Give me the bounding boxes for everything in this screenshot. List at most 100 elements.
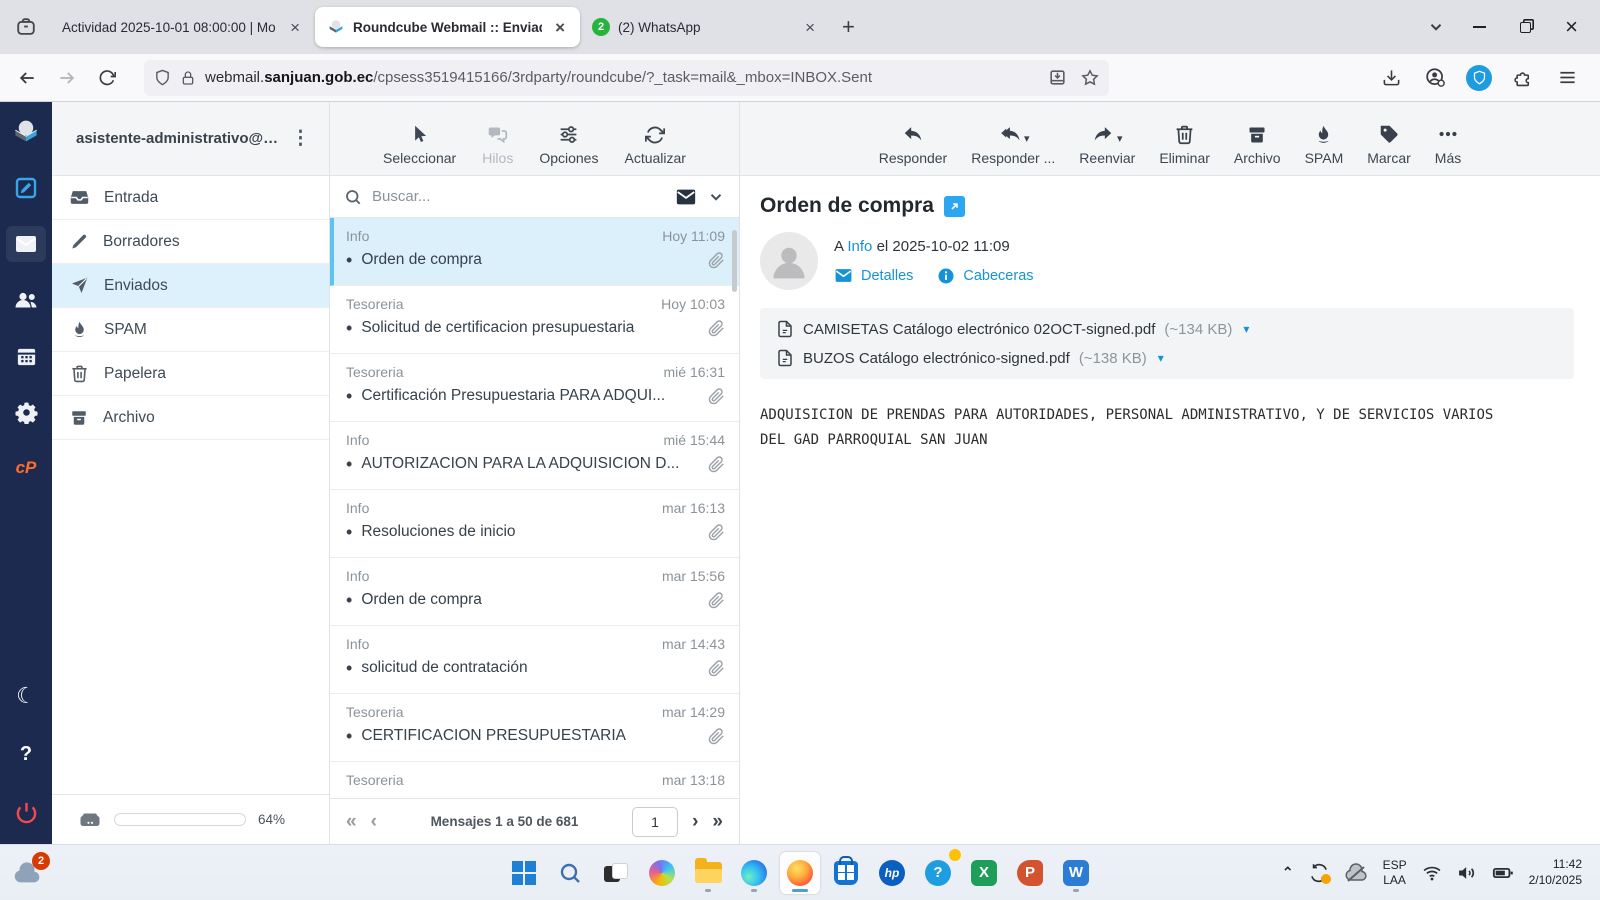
- last-page-button[interactable]: »: [712, 811, 723, 833]
- page-number-input[interactable]: [632, 806, 679, 837]
- more-button[interactable]: Más: [1435, 123, 1461, 166]
- caret-down-icon[interactable]: ▾: [1024, 132, 1030, 145]
- bookmark-star-icon[interactable]: [1081, 69, 1099, 87]
- archive-button[interactable]: Archivo: [1234, 125, 1281, 166]
- taskbar-search-button[interactable]: [550, 852, 590, 894]
- hp-app-button[interactable]: hp: [872, 852, 912, 894]
- reload-button[interactable]: [90, 61, 124, 95]
- powerpoint-button[interactable]: P: [1010, 852, 1050, 894]
- refresh-button[interactable]: Actualizar: [624, 125, 686, 166]
- calendar-task-button[interactable]: [6, 338, 46, 374]
- volume-icon[interactable]: [1457, 863, 1477, 883]
- details-link[interactable]: Detalles: [834, 266, 913, 285]
- firefox-button[interactable]: [780, 851, 820, 894]
- first-page-button[interactable]: «: [346, 811, 357, 833]
- get-help-button[interactable]: ?: [918, 848, 961, 894]
- search-options-chevron-icon[interactable]: [707, 188, 725, 206]
- file-explorer-button[interactable]: [688, 852, 728, 894]
- list-item[interactable]: Tesoreria mar 14:29 • CERTIFICACION PRESUP…: [330, 694, 739, 762]
- battery-icon[interactable]: [1492, 862, 1514, 884]
- menu-hamburger-icon[interactable]: [1550, 61, 1584, 95]
- shield-icon[interactable]: [154, 69, 171, 86]
- tab-close-icon[interactable]: ×: [800, 17, 820, 38]
- options-button[interactable]: Opciones: [539, 124, 598, 166]
- extensions-puzzle-icon[interactable]: [1506, 61, 1540, 95]
- forward-button[interactable]: [50, 61, 84, 95]
- onedrive-offline-icon[interactable]: [1344, 861, 1368, 885]
- attachment-menu-caret-icon[interactable]: ▾: [1243, 322, 1249, 336]
- edge-button[interactable]: [734, 852, 774, 894]
- new-tab-button[interactable]: +: [830, 14, 867, 40]
- threads-button[interactable]: Hilos: [482, 124, 513, 166]
- word-button[interactable]: W: [1056, 852, 1096, 894]
- mark-button[interactable]: Marcar: [1367, 124, 1411, 166]
- search-scope-icon[interactable]: [675, 186, 697, 208]
- folder-enviados[interactable]: Enviados: [52, 264, 329, 308]
- close-button[interactable]: ×: [1565, 14, 1578, 40]
- vpn-extension-icon[interactable]: [1462, 61, 1496, 95]
- tab-list-chevron-icon[interactable]: [1427, 18, 1445, 36]
- attachment-name[interactable]: CAMISETAS Catálogo electrónico 02OCT-sig…: [803, 321, 1155, 338]
- cpanel-button[interactable]: cP: [6, 450, 46, 486]
- tab-roundcube[interactable]: Roundcube Webmail :: Enviados ×: [315, 7, 580, 47]
- list-item[interactable]: Info mar 16:13 • Resoluciones de inicio: [330, 490, 739, 558]
- start-button[interactable]: [504, 852, 544, 894]
- back-button[interactable]: [10, 61, 44, 95]
- select-button[interactable]: Seleccionar: [383, 124, 456, 166]
- headers-link[interactable]: Cabeceras: [937, 267, 1034, 285]
- attachment-name[interactable]: BUZOS Catálogo electrónico-signed.pdf: [803, 350, 1070, 367]
- delete-button[interactable]: Eliminar: [1159, 124, 1210, 166]
- help-button[interactable]: ?: [6, 736, 46, 772]
- next-page-button[interactable]: ›: [692, 811, 698, 833]
- widgets-button[interactable]: 2: [10, 851, 68, 888]
- reply-all-button[interactable]: ▾ Responder ...: [971, 123, 1055, 166]
- contacts-task-button[interactable]: [6, 282, 46, 318]
- forward-button[interactable]: ▾ Reenviar: [1079, 123, 1135, 166]
- spam-button[interactable]: SPAM: [1305, 124, 1343, 166]
- dark-mode-toggle[interactable]: ☾: [6, 678, 46, 714]
- compose-button[interactable]: [6, 170, 46, 206]
- task-view-button[interactable]: [596, 852, 636, 894]
- restore-button[interactable]: [1520, 21, 1532, 33]
- excel-button[interactable]: X: [964, 852, 1004, 894]
- taskbar-clock[interactable]: 11:42 2/10/2025: [1529, 857, 1582, 888]
- list-item[interactable]: Tesoreria mar 13:18 •: [330, 762, 739, 798]
- search-input[interactable]: [372, 188, 665, 205]
- attachment-menu-caret-icon[interactable]: ▾: [1158, 351, 1164, 365]
- list-item[interactable]: Info mar 14:43 • solicitud de contratación: [330, 626, 739, 694]
- recipient-link[interactable]: Info: [847, 238, 872, 255]
- reply-button[interactable]: Responder: [879, 123, 947, 166]
- account-menu-icon[interactable]: ⋮: [283, 123, 319, 154]
- folder-archivo[interactable]: Archivo: [52, 396, 329, 440]
- tab-close-icon[interactable]: ×: [550, 17, 570, 38]
- list-item[interactable]: Info Hoy 11:09 • Orden de compra: [330, 218, 739, 286]
- account-icon[interactable]: [1418, 61, 1452, 95]
- settings-task-button[interactable]: [6, 394, 46, 430]
- sync-status-icon[interactable]: [1309, 863, 1331, 884]
- firefox-view-button[interactable]: [8, 9, 44, 45]
- folder-papelera[interactable]: Papelera: [52, 352, 329, 396]
- prev-page-button[interactable]: ‹: [371, 811, 377, 833]
- list-item[interactable]: Info mar 15:56 • Orden de compra: [330, 558, 739, 626]
- copilot-button[interactable]: [642, 852, 682, 894]
- tab-activity[interactable]: Actividad 2025-10-01 08:00:00 | Mo ×: [50, 7, 315, 47]
- folder-entrada[interactable]: Entrada: [52, 176, 329, 220]
- url-bar[interactable]: webmail.sanjuan.gob.ec/cpsess3519415166/…: [144, 59, 1109, 96]
- tab-whatsapp[interactable]: 2 (2) WhatsApp ×: [580, 7, 830, 47]
- minimize-button[interactable]: [1473, 26, 1487, 28]
- tray-expand-chevron-icon[interactable]: ⌃: [1282, 864, 1294, 881]
- attachment-row[interactable]: CAMISETAS Catálogo electrónico 02OCT-sig…: [776, 320, 1558, 338]
- language-indicator[interactable]: ESP LAA: [1383, 858, 1407, 888]
- list-scrollbar[interactable]: [732, 230, 737, 292]
- lock-icon[interactable]: [180, 70, 196, 86]
- folder-spam[interactable]: SPAM: [52, 308, 329, 352]
- logout-button[interactable]: [6, 794, 46, 830]
- attachment-row[interactable]: BUZOS Catálogo electrónico-signed.pdf (~…: [776, 349, 1558, 367]
- tab-close-icon[interactable]: ×: [285, 17, 305, 38]
- downloads-icon[interactable]: [1374, 61, 1408, 95]
- list-item[interactable]: Tesoreria Hoy 10:03 • Solicitud de certifi…: [330, 286, 739, 354]
- roundcube-logo[interactable]: [6, 114, 46, 150]
- list-item[interactable]: Tesoreria mié 16:31 • Certificación Presup…: [330, 354, 739, 422]
- wifi-icon[interactable]: [1422, 863, 1442, 883]
- mail-task-button[interactable]: [6, 226, 46, 262]
